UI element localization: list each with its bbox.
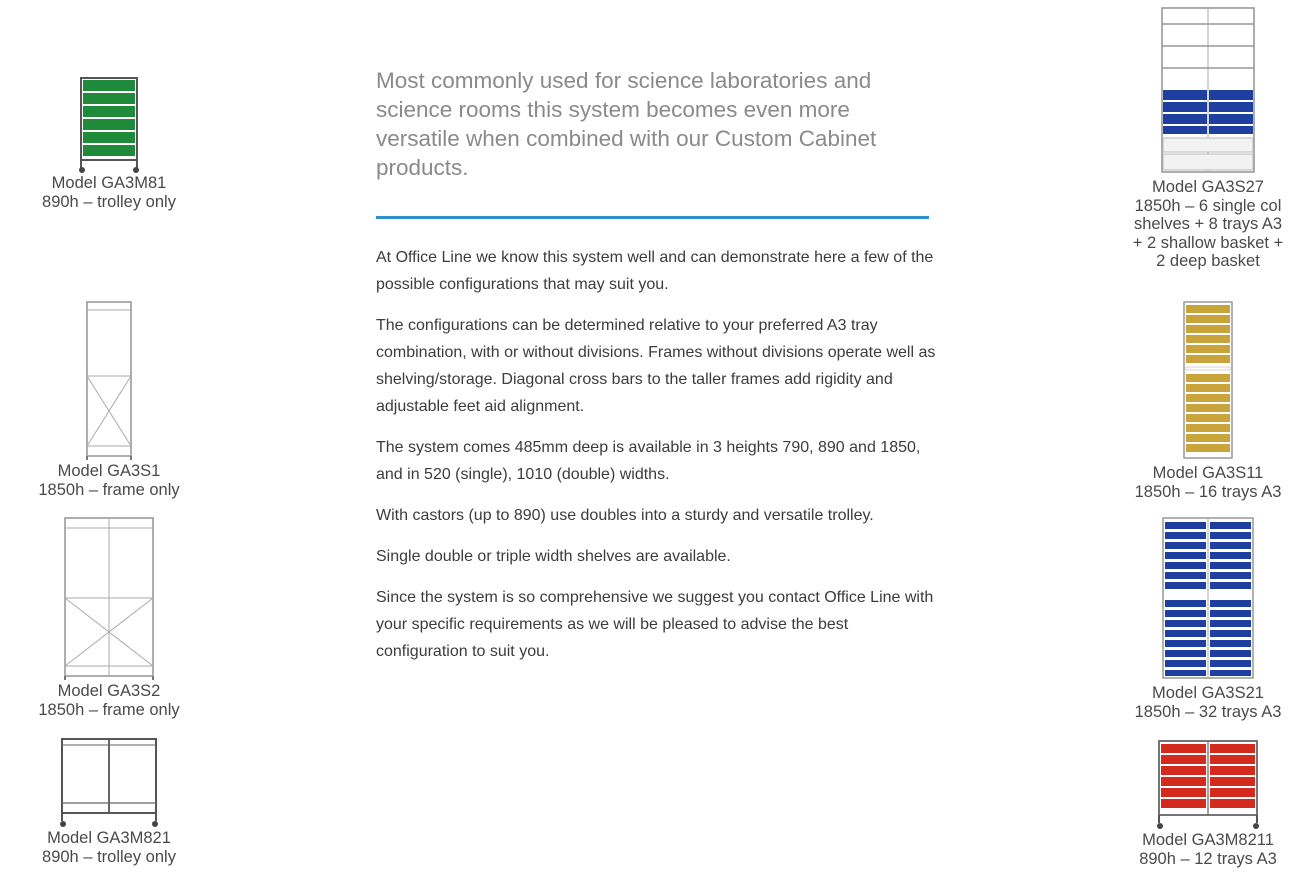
single-frame-icon xyxy=(86,301,132,460)
product-ga3s27: Model GA3S27 1850h – 6 single col shelve… xyxy=(1108,6,1308,271)
product-spec-line: 1850h – 32 trays A3 xyxy=(1134,702,1282,721)
paragraph: With castors (up to 890) use doubles int… xyxy=(376,507,874,524)
paragraph: At Office Line we know this system well … xyxy=(376,249,934,293)
product-spec: 1850h – frame only xyxy=(38,700,180,719)
product-model: Model GA3M8211 xyxy=(1142,831,1274,849)
product-model: Model GA3S21 xyxy=(1152,684,1264,702)
green-tray-trolley-icon xyxy=(79,77,139,173)
product-spec-line: 890h – 12 trays A3 xyxy=(1139,849,1277,868)
paragraph: Since the system is so comprehensive we … xyxy=(376,589,934,660)
product-spec-line: + 2 shallow basket + xyxy=(1132,233,1284,252)
product-model: Model GA3S11 xyxy=(1152,464,1264,482)
product-spec: 1850h – frame only xyxy=(38,480,180,499)
double-frame-icon xyxy=(64,517,154,680)
product-ga3m81: Model GA3M81 890h – trolley only xyxy=(20,76,198,211)
product-ga3s2: Model GA3S2 1850h – frame only xyxy=(20,516,198,719)
product-spec-line: 2 deep basket xyxy=(1156,252,1260,270)
product-spec-line: shelves + 8 trays A3 xyxy=(1133,215,1283,233)
product-model: Model GA3M821 xyxy=(47,829,171,847)
product-model: Model GA3M81 xyxy=(51,174,167,192)
product-spec: 890h – trolley only xyxy=(42,192,176,211)
product-ga3s21: Model GA3S21 1850h – 32 trays A3 xyxy=(1108,516,1308,721)
red-tray-trolley-icon xyxy=(1157,740,1259,829)
product-spec: 890h – trolley only xyxy=(42,847,176,866)
product-model: Model GA3S2 xyxy=(57,682,161,700)
body-text: At Office Line we know this system well … xyxy=(376,244,941,679)
product-model: Model GA3S1 xyxy=(57,462,161,480)
product-ga3s1: Model GA3S1 1850h – frame only xyxy=(20,300,198,499)
product-ga3m821: Model GA3M821 890h – trolley only xyxy=(20,737,198,866)
paragraph: The system comes 485mm deep is available… xyxy=(376,439,921,483)
yellow-tray-unit-icon xyxy=(1183,301,1233,459)
accent-rule xyxy=(376,216,929,219)
product-model: Model GA3S27 xyxy=(1152,178,1264,196)
blue-tray-unit-icon xyxy=(1162,517,1254,679)
paragraph: The configurations can be determined rel… xyxy=(376,317,936,415)
product-ga3s11: Model GA3S11 1850h – 16 trays A3 xyxy=(1108,300,1308,501)
shelf-basket-unit-icon xyxy=(1161,7,1255,173)
double-trolley-icon xyxy=(60,738,158,827)
intro-text: Most commonly used for science laborator… xyxy=(376,68,877,180)
product-spec-line: 1850h – 6 single col xyxy=(1134,196,1282,215)
product-spec-line: 1850h – 16 trays A3 xyxy=(1134,482,1282,501)
paragraph: Single double or triple width shelves ar… xyxy=(376,548,731,565)
product-ga3m8211: Model GA3M8211 890h – 12 trays A3 xyxy=(1108,739,1308,868)
